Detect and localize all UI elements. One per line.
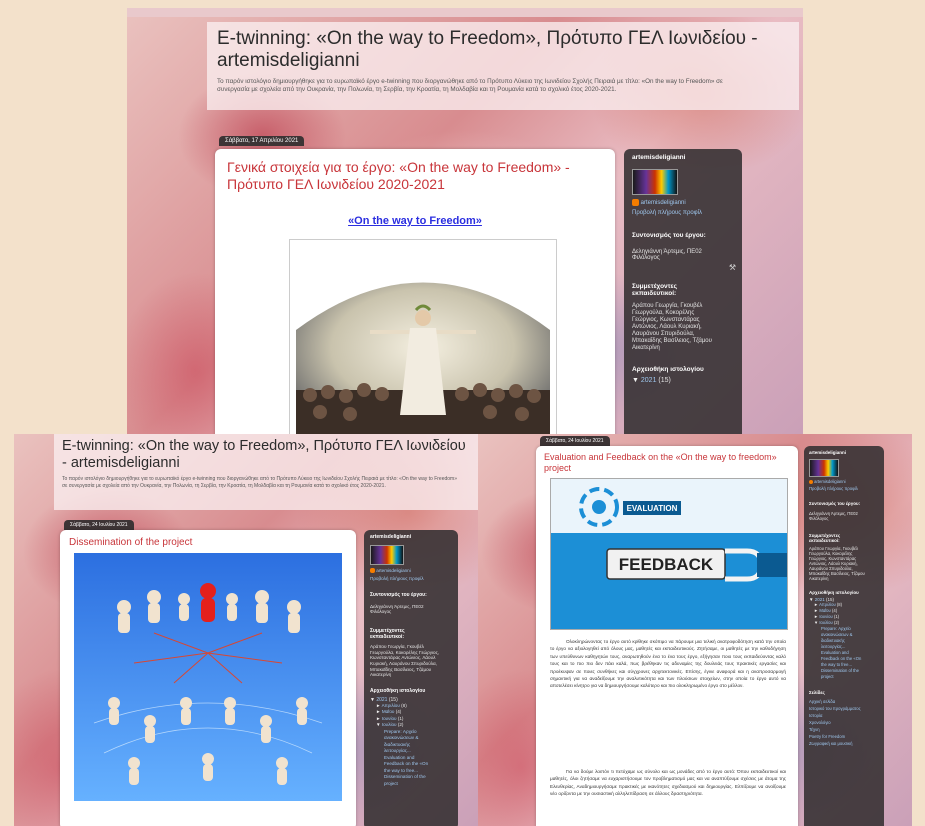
profile-heading: artemisdeligianni (370, 534, 412, 540)
coordinator-name: Δεληγιάννη Άρτεμις, ΠΕ02 Φιλόλογος (370, 604, 424, 615)
triangle-down-icon[interactable]: ▼ (809, 597, 813, 602)
profile-heading: artemisdeligianni (809, 450, 847, 455)
coordinator-heading: Συντονισμός του έργου: (632, 232, 706, 240)
wrench-icon[interactable]: ⚒ (729, 263, 736, 272)
triangle-right-icon: ► (814, 608, 819, 613)
archive-heading: Αρχειοθήκη ιστολογίου (370, 687, 426, 694)
triangle-right-icon: ► (376, 702, 381, 708)
archive-year-count: (15) (658, 377, 671, 385)
network-people-image (74, 553, 342, 801)
post-paragraph-2: Για να δούμε λοιπόν τι πετύχαμε ως σύνολ… (550, 769, 786, 797)
archive-year-link[interactable]: 2021 (641, 377, 657, 384)
teachers-heading: Συμμετέχοντες εκπαιδευτικοί: (632, 283, 678, 298)
screenshot-evaluation-post: Σάββατο, 24 Ιουλίου 2021 Evaluation and … (478, 434, 912, 826)
evaluation-label: EVALUATION (627, 504, 678, 513)
pages-heading: Σελίδες (809, 690, 825, 695)
blogger-icon (370, 568, 375, 574)
sidebar: artemisdeligianni artemisdeligianni Προβ… (624, 149, 742, 434)
coordinator-heading: Συντονισμός του έργου: (809, 501, 861, 506)
post-date: Σάββατο, 17 Απριλίου 2021 (219, 136, 305, 146)
profile-name-link[interactable]: artemisdeligianni (814, 479, 845, 484)
triangle-right-icon: ► (814, 602, 819, 607)
blog-title[interactable]: E-twinning: «On the way to Freedom», Πρό… (217, 28, 777, 72)
post-date: Σάββατο, 24 Ιουλίου 2021 (540, 436, 610, 446)
profile-avatar[interactable] (632, 169, 678, 195)
blog-header: E-twinning: «On the way to Freedom», Πρό… (54, 434, 478, 510)
screenshot-dissemination-post: E-twinning: «On the way to Freedom», Πρό… (14, 434, 478, 826)
page-link[interactable]: Ιστορία (809, 712, 879, 719)
blog-description: Το παρόν ιστολόγιο δημιουργήθηκε για το … (62, 476, 457, 489)
triangle-down-icon: ▼ (376, 722, 381, 728)
blog-title[interactable]: E-twinning: «On the way to Freedom», Πρό… (62, 438, 472, 472)
feedback-label: FEEDBACK (619, 555, 714, 574)
post-title[interactable]: Evaluation and Feedback on the «On the w… (536, 446, 798, 474)
archive-heading: Αρχειοθήκη ιστολογίου (632, 366, 704, 374)
triangle-down-icon: ▼ (814, 620, 819, 625)
view-profile-link[interactable]: Προβολή πλήρους προφίλ (809, 486, 879, 491)
triangle-right-icon: ► (376, 709, 381, 715)
archive-post-link[interactable]: Dissemination of the project (821, 668, 867, 680)
coordinator-name: Δεληγιάννη Άρτεμις, ΠΕ02 Φιλόλογος (809, 511, 858, 521)
teachers-list: Αράπου Γεωργία, Γκουβέλ Γεωργούλα, Κοκορ… (370, 644, 440, 678)
view-profile-link[interactable]: Προβολή πλήρους προφίλ (632, 210, 734, 216)
top-strip (127, 8, 803, 17)
archive-post-link[interactable]: Dissemination of the project (384, 774, 434, 787)
blog-description: Το παρόν ιστολόγιο δημιουργήθηκε για το … (217, 78, 723, 93)
teachers-list: Αράπου Γεωργία, Γκουβέλ Γεωργούλα, Κοκορ… (809, 546, 865, 581)
archive-post-link[interactable]: Prepare: Αρχείο ανακοινώσεων & διαδικτυα… (821, 626, 867, 650)
page-link[interactable]: Poetry for Freedom (809, 733, 879, 740)
post-paragraph-1: Ολοκληρώνοντας το έργο αυτό κρίθηκε σκόπ… (550, 639, 786, 689)
view-profile-link[interactable]: Προβολή πλήρους προφίλ (370, 576, 452, 581)
archive-post-link[interactable]: Prepare: Αρχείο ανακοινώσεων & διαδικτυα… (384, 729, 434, 755)
profile-avatar[interactable] (809, 459, 839, 477)
archive-heading: Αρχειοθήκη ιστολογίου (809, 590, 859, 595)
profile-heading: artemisdeligianni (632, 154, 686, 161)
coordinator-heading: Συντονισμός του έργου: (370, 592, 427, 599)
triangle-right-icon: ► (814, 614, 819, 619)
liberty-painting (289, 239, 557, 434)
triangle-down-icon[interactable]: ▼ (632, 377, 639, 384)
archive-post-link[interactable]: Evaluation and Feedback on the «On the w… (821, 650, 867, 668)
archive-post-link[interactable]: Evaluation and Feedback on the «On the w… (384, 755, 434, 775)
page-link[interactable]: Χρονολόγιο (809, 719, 879, 726)
teachers-heading: Συμμετέχοντες εκπαιδευτικοί: (370, 628, 405, 641)
page-link[interactable]: Ιστορικό του προγράμματος (809, 705, 879, 712)
project-link[interactable]: «On the way to Freedom» (348, 215, 482, 227)
teachers-heading: Συμμετέχοντες εκπαιδευτικοί: (809, 533, 841, 543)
sidebar: artemisdeligianni artemisdeligianni Προβ… (804, 446, 884, 826)
page-link[interactable]: Αρχική σελίδα (809, 698, 879, 705)
post-date: Σάββατο, 24 Ιουλίου 2021 (64, 520, 134, 530)
screenshot-general-info-post: E-twinning: «On the way to Freedom», Πρό… (127, 8, 803, 434)
triangle-right-icon: ► (376, 715, 381, 721)
post-general-info: Γενικά στοιχεία για το έργο: «On the way… (215, 149, 615, 434)
profile-avatar[interactable] (370, 545, 404, 565)
page-link[interactable]: Τέχνη (809, 726, 879, 733)
coordinator-name: Δεληγιάννη Άρτεμις, ΠΕ02 Φιλόλογος (632, 249, 702, 262)
profile-name-link[interactable]: artemisdeligianni (376, 568, 410, 573)
post-title[interactable]: Γενικά στοιχεία για το έργο: «On the way… (215, 149, 615, 193)
blogger-icon (632, 199, 639, 206)
blogger-icon (809, 479, 813, 484)
post-evaluation: Evaluation and Feedback on the «On the w… (536, 446, 798, 826)
teachers-list: Αράπου Γεωργία, Γκουβέλ Γεωργούλα, Κοκορ… (632, 303, 712, 352)
post-dissemination: Dissemination of the project (60, 530, 356, 826)
sidebar: artemisdeligianni artemisdeligianni Προβ… (364, 530, 458, 826)
blog-header: E-twinning: «On the way to Freedom», Πρό… (207, 22, 799, 110)
triangle-down-icon[interactable]: ▼ (370, 697, 375, 703)
post-title[interactable]: Dissemination of the project (60, 530, 356, 549)
evaluation-feedback-image: EVALUATION FEEDBACK (550, 478, 788, 630)
profile-name-link[interactable]: artemisdeligianni (641, 200, 686, 206)
page-link[interactable]: Ζωγραφική και μουσική (809, 740, 879, 747)
